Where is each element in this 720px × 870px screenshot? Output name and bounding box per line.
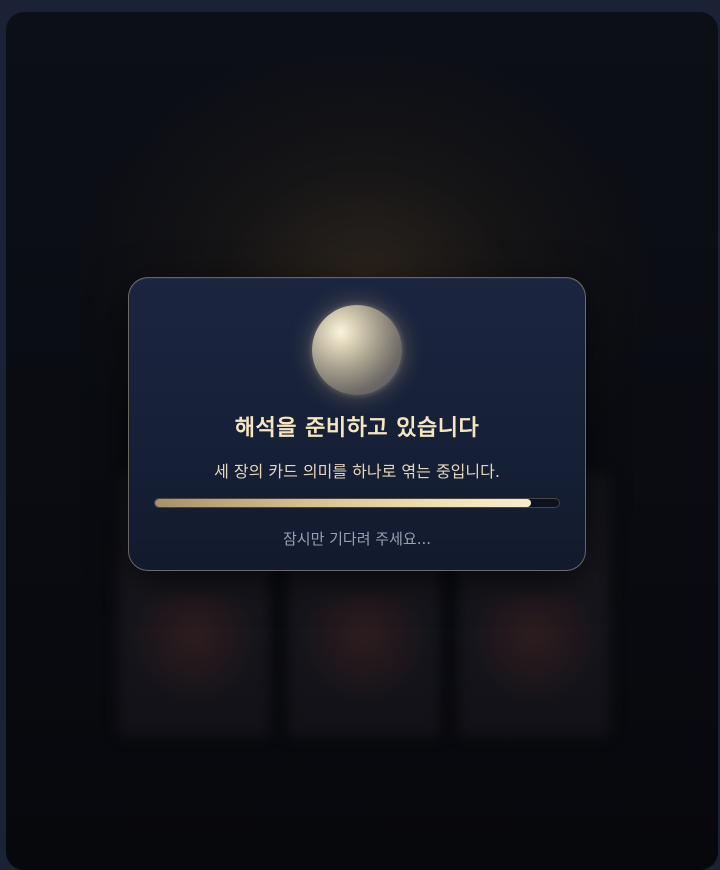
wait-message: 잠시만 기다려 주세요...	[282, 530, 432, 548]
progress-bar-fill	[155, 499, 531, 507]
crystal-orb-icon	[312, 305, 402, 395]
loading-subtitle: 세 장의 카드 의미를 하나로 엮는 중입니다.	[214, 462, 500, 481]
loading-title: 해석을 준비하고 있습니다	[234, 416, 480, 441]
progress-bar	[154, 498, 560, 508]
loading-dialog: 해석을 준비하고 있습니다 세 장의 카드 의미를 하나로 엮는 중입니다. 잠…	[128, 277, 586, 571]
